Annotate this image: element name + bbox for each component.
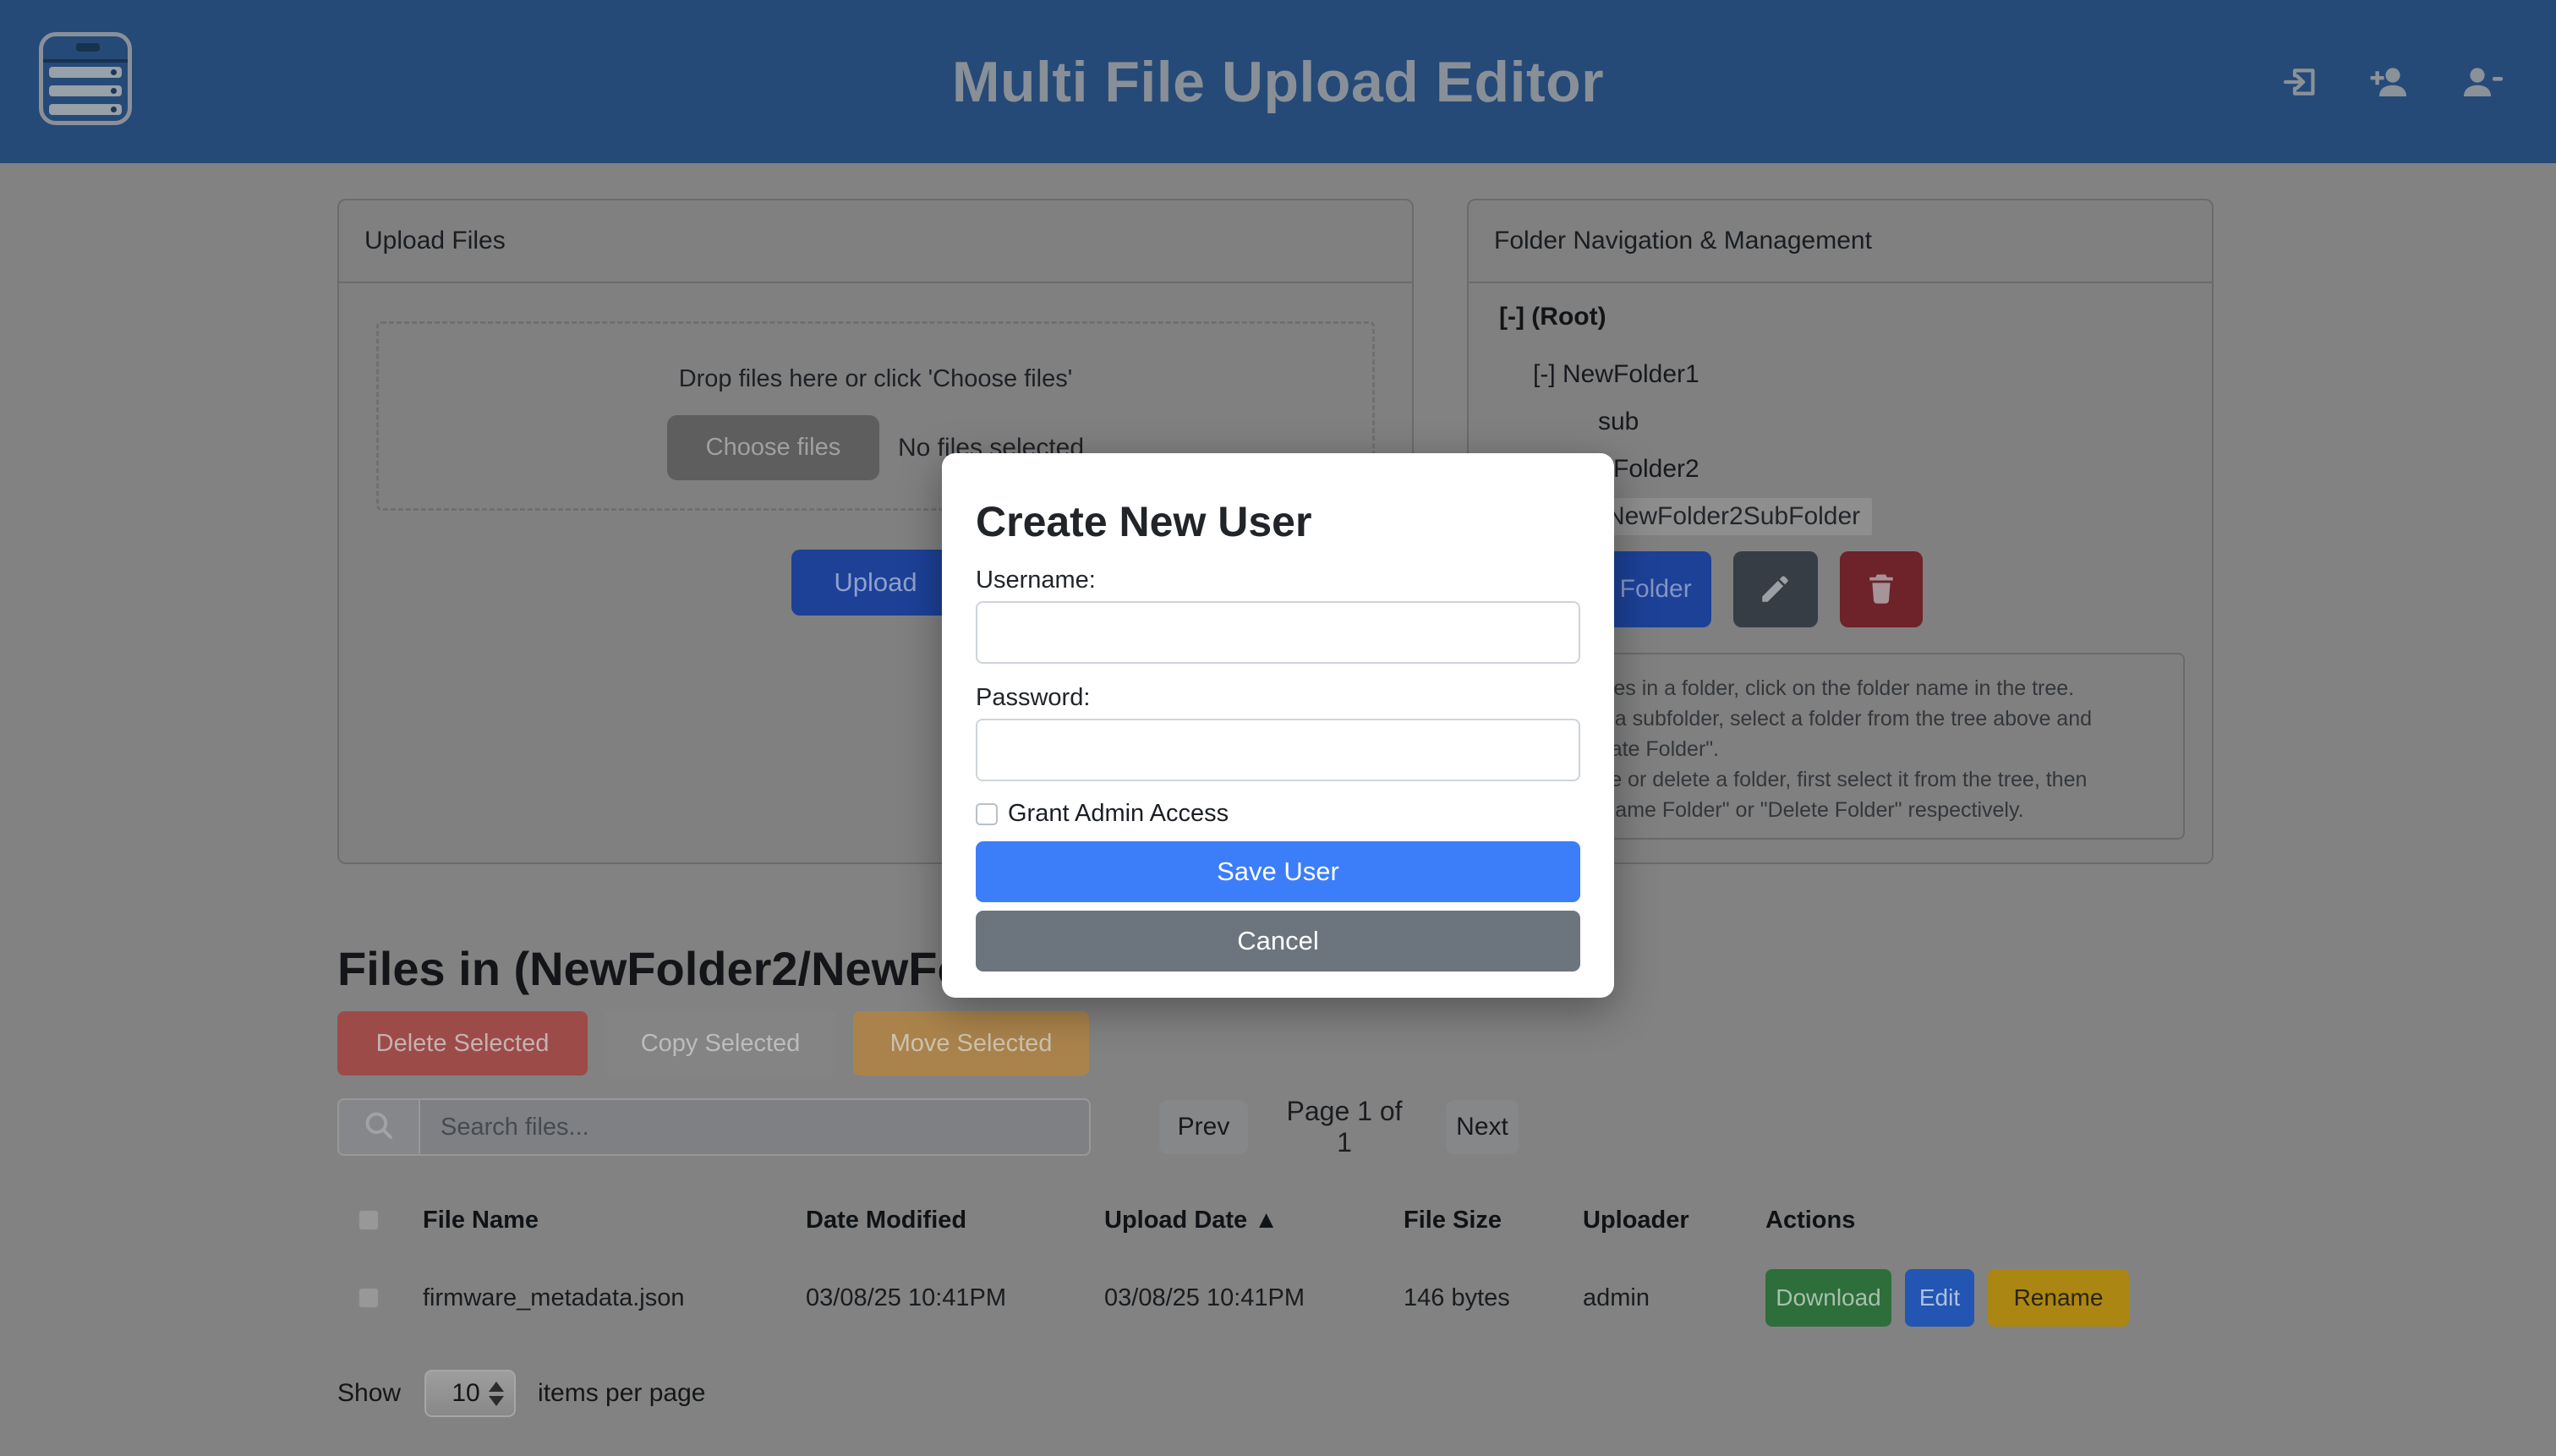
choose-files-button[interactable]: Choose files — [667, 415, 879, 480]
cell-date-modified: 03/08/25 10:41PM — [806, 1284, 1104, 1312]
username-field[interactable] — [976, 601, 1580, 664]
download-button[interactable]: Download — [1765, 1269, 1891, 1327]
header-icon-group — [2280, 0, 2504, 163]
add-user-icon[interactable] — [2367, 62, 2414, 102]
trash-icon — [1863, 570, 1900, 610]
col-file-name: File Name — [423, 1207, 806, 1234]
prev-page-button[interactable]: Prev — [1159, 1100, 1248, 1154]
cell-upload-date: 03/08/25 10:41PM — [1104, 1284, 1404, 1312]
items-per-page-value: 10 — [443, 1379, 489, 1408]
files-table: File Name Date Modified Upload Date ▲ Fi… — [337, 1192, 2134, 1336]
table-row: firmware_metadata.json 03/08/25 10:41PM … — [337, 1260, 2134, 1336]
page-info: Page 1 of 1 — [1277, 1096, 1412, 1158]
col-file-size: File Size — [1404, 1207, 1583, 1234]
dropzone-text: Drop files here or click 'Choose files' — [679, 364, 1073, 393]
upload-panel-title: Upload Files — [339, 200, 1412, 283]
search-input-group — [337, 1098, 1091, 1156]
modal-title: Create New User — [976, 497, 1580, 546]
move-selected-button[interactable]: Move Selected — [853, 1011, 1089, 1076]
upload-button[interactable]: Upload — [791, 550, 961, 616]
cancel-button[interactable]: Cancel — [976, 911, 1580, 972]
logout-icon[interactable] — [2280, 62, 2321, 102]
password-label: Password: — [976, 684, 1580, 712]
show-label: Show — [337, 1379, 401, 1408]
next-page-button[interactable]: Next — [1446, 1100, 1519, 1154]
items-per-page-row: Show 10 items per page — [337, 1370, 706, 1417]
delete-folder-button[interactable] — [1840, 551, 1923, 627]
magnifier-icon — [361, 1108, 397, 1147]
create-new-user-modal: Create New User Username: Password: Gran… — [942, 453, 1614, 998]
edit-button[interactable]: Edit — [1905, 1269, 1974, 1327]
cell-file-name: firmware_metadata.json — [423, 1284, 806, 1312]
tree-item-newfolder2[interactable]: [-] NewFolder2 — [1533, 446, 2212, 493]
tree-item-root[interactable]: [-] (Root) — [1499, 293, 2212, 341]
tree-item-sub[interactable]: sub — [1598, 398, 2212, 446]
cell-uploader: admin — [1583, 1284, 1765, 1312]
search-pagination-row: Prev Page 1 of 1 Next — [337, 1096, 1519, 1158]
folder-panel-title: Folder Navigation & Management — [1469, 200, 2212, 283]
col-date-modified: Date Modified — [806, 1207, 1104, 1234]
password-field[interactable] — [976, 719, 1580, 781]
select-all-checkbox[interactable] — [358, 1209, 380, 1231]
save-user-button[interactable]: Save User — [976, 841, 1580, 902]
remove-user-icon[interactable] — [2460, 62, 2504, 102]
tree-item-newfolder2subfolder-selected[interactable]: NewFolder2SubFolder — [1595, 493, 2212, 540]
items-per-page-label: items per page — [538, 1379, 705, 1408]
rename-button[interactable]: Rename — [1988, 1269, 2129, 1327]
app-header: Multi File Upload Editor — [0, 0, 2556, 163]
username-label: Username: — [976, 567, 1580, 594]
col-upload-date-sorted[interactable]: Upload Date ▲ — [1104, 1207, 1404, 1234]
col-actions: Actions — [1765, 1207, 2134, 1234]
files-table-header: File Name Date Modified Upload Date ▲ Fi… — [337, 1192, 2134, 1248]
search-addon — [339, 1100, 420, 1154]
grant-admin-checkbox[interactable] — [976, 803, 998, 825]
bulk-actions-row: Delete Selected Copy Selected Move Selec… — [337, 1011, 1089, 1076]
page-title: Multi File Upload Editor — [0, 0, 2556, 163]
rename-folder-button[interactable] — [1733, 551, 1818, 627]
copy-selected-button[interactable]: Copy Selected — [605, 1011, 836, 1076]
grant-admin-label: Grant Admin Access — [1008, 800, 1229, 828]
cell-file-size: 146 bytes — [1404, 1284, 1583, 1312]
tree-item-newfolder1[interactable]: [-] NewFolder1 — [1533, 351, 2212, 398]
search-input[interactable] — [420, 1100, 1089, 1154]
pencil-icon — [1758, 571, 1793, 609]
col-uploader: Uploader — [1583, 1207, 1765, 1234]
delete-selected-button[interactable]: Delete Selected — [337, 1011, 588, 1076]
row-checkbox[interactable] — [358, 1287, 380, 1309]
items-per-page-stepper[interactable]: 10 — [424, 1370, 516, 1417]
stepper-arrows-icon[interactable] — [489, 1382, 504, 1406]
